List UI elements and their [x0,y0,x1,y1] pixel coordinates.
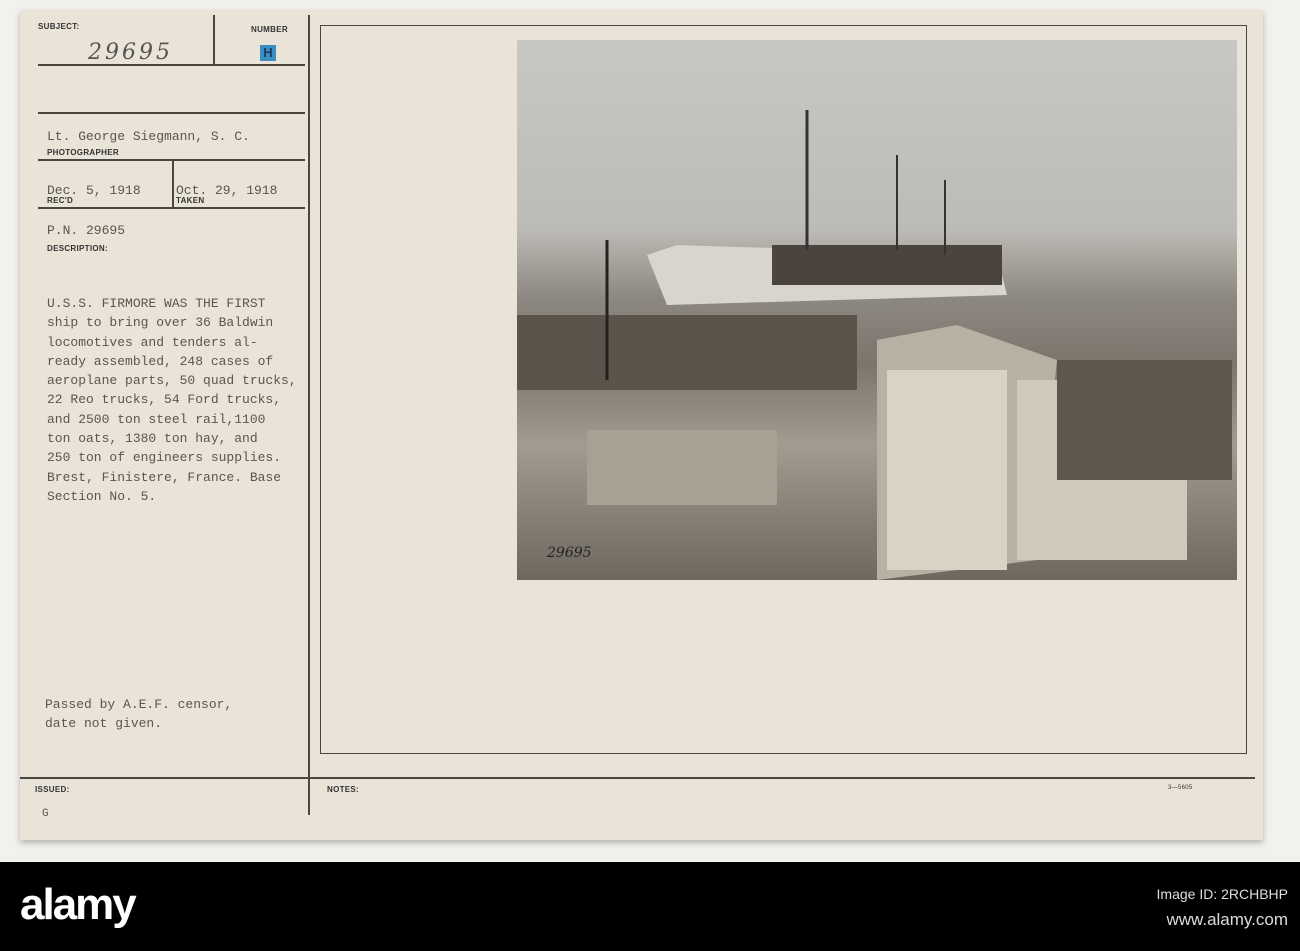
censor-line: Passed by A.E.F. censor, [45,697,233,712]
image-info: Image ID: 2RCHBHP www.alamy.com [1157,882,1288,932]
description-line: locomotives and tenders al- [47,334,258,350]
description-line: U.S.S. FIRMORE WAS THE FIRST [47,296,266,311]
number-label: NUMBER [251,25,288,34]
divider [172,159,174,207]
watermark-footer: alamy Image ID: 2RCHBHP www.alamy.com [0,862,1300,951]
image-id: Image ID: 2RCHBHP [1156,886,1288,902]
divider [38,64,305,66]
subject-label: SUBJECT: [38,22,80,31]
description-line: 22 Reo trucks, 54 Ford trucks, [47,392,282,408]
taken-label: TAKEN [176,196,205,205]
censor-note: Passed by A.E.F. censor, date not given. [45,695,232,734]
issued-label: ISSUED: [35,785,70,794]
dock-scene [517,110,1232,580]
description-line: ton oats, 1380 ton hay, and [47,431,258,447]
alamy-logo: alamy [20,880,137,929]
bottom-divider [20,777,1255,779]
website-link[interactable]: www.alamy.com [1157,907,1288,932]
description-line: Brest, Finistere, France. Base [47,469,282,485]
issued-value: G [42,808,49,820]
divider [213,15,215,64]
form-number: 3—5605 [1168,785,1193,791]
column-divider [308,15,310,815]
photograph: 29695 [517,40,1237,580]
number-stamp: H [260,45,276,61]
description-line: ship to bring over 36 Baldwin [47,315,274,331]
pn-value: P.N. 29695 [47,223,126,238]
description-line: ready assembled, 248 cases of [47,353,274,369]
notes-label: NOTES: [327,785,360,794]
description-label: DESCRIPTION: [47,244,108,253]
photo-number: 29695 [547,545,592,561]
description-line: 250 ton of engineers supplies. [47,450,282,466]
description-text: U.S.S. FIRMORE WAS THE FIRST ship to bri… [47,294,297,506]
divider [38,207,305,209]
photographer-value: Lt. George Siegmann, S. C. [47,129,250,144]
divider [38,112,305,114]
received-label: REC'D [47,196,74,205]
photographer-label: PHOTOGRAPHER [47,148,119,157]
description-line: and 2500 ton steel rail,1100 [47,411,266,427]
description-line: Section No. 5. [47,488,157,504]
subject-value: 29695 [88,40,173,65]
description-line: aeroplane parts, 50 quad trucks, [47,373,297,389]
censor-line: date not given. [45,716,163,732]
